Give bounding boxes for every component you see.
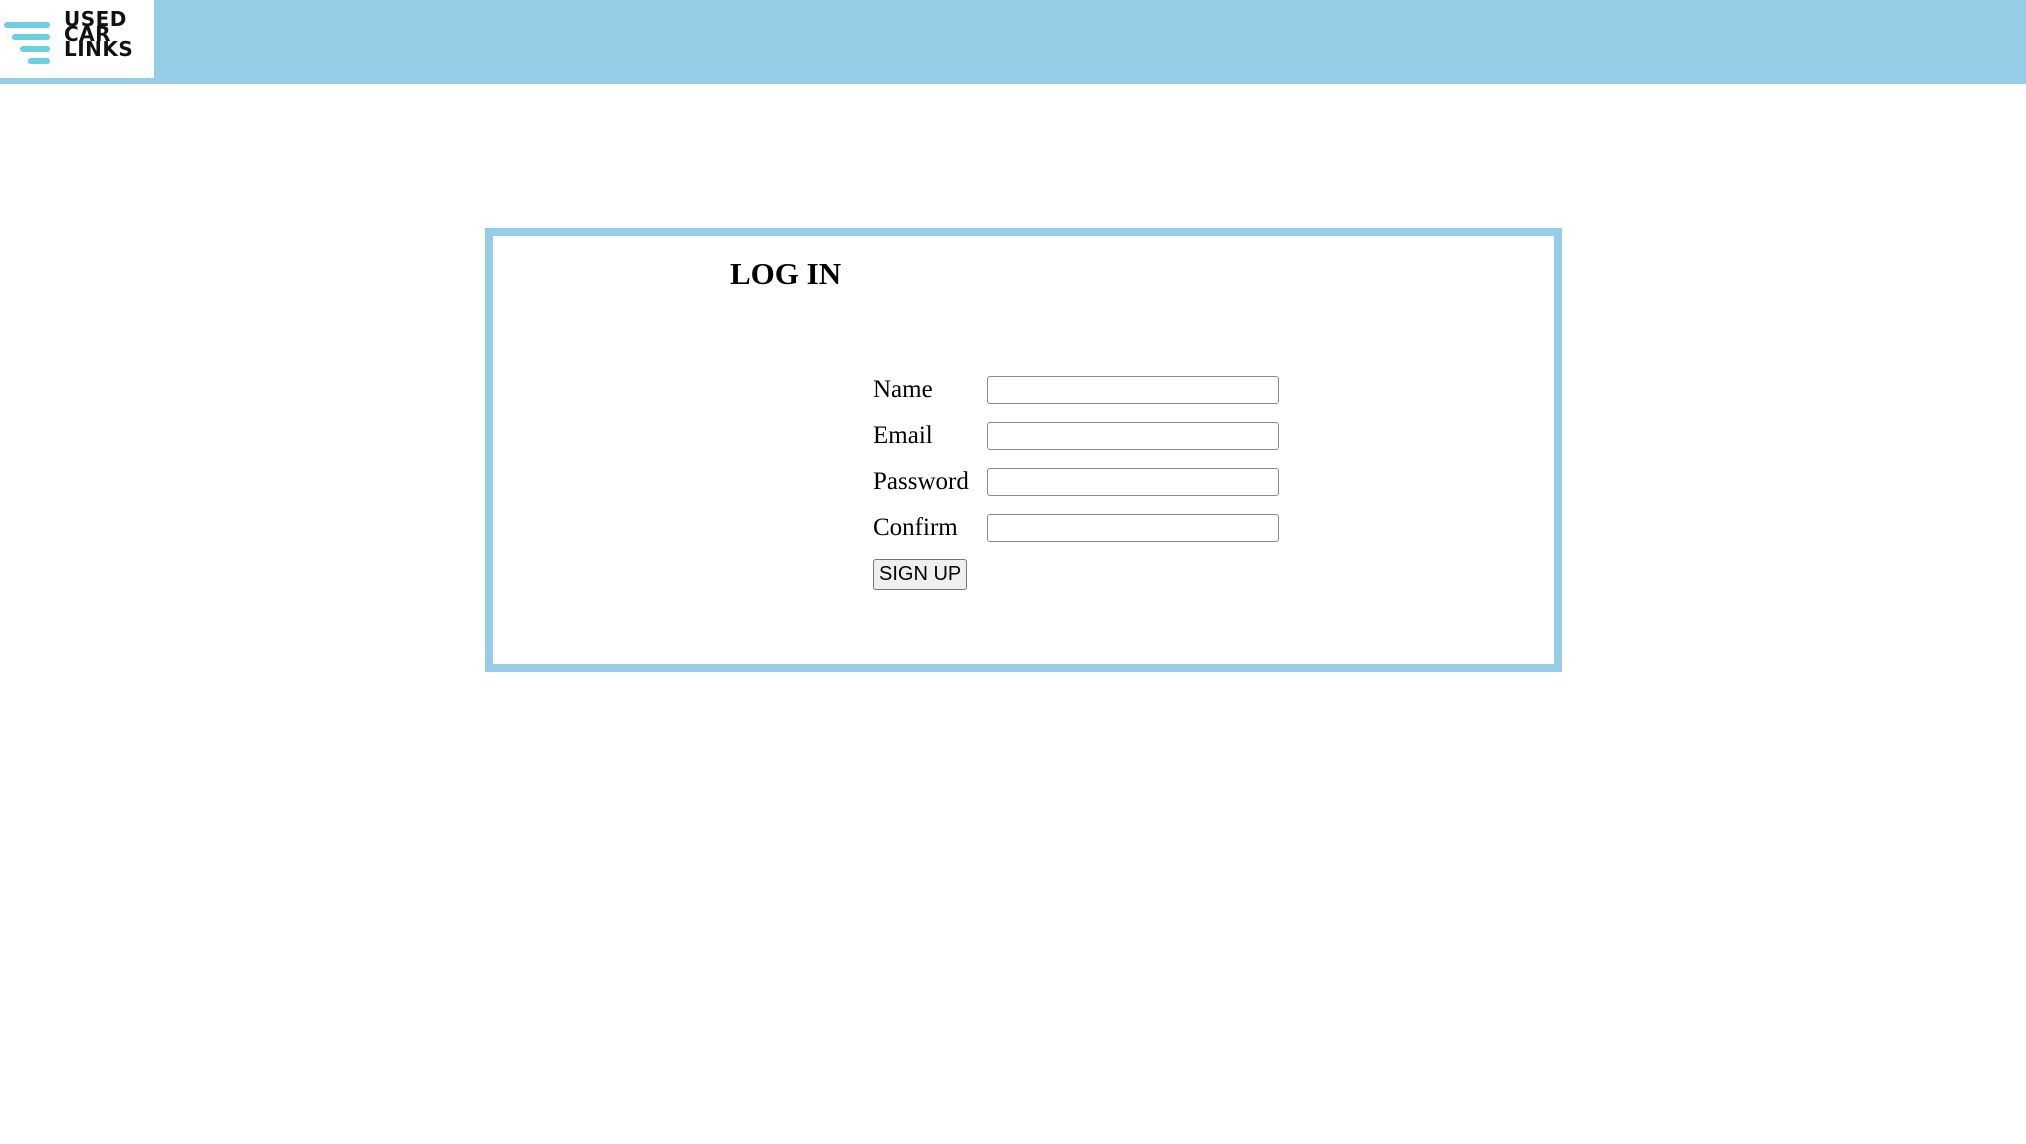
site-logo[interactable]: USED CAR LINKS (0, 0, 154, 78)
name-row: Name (873, 367, 1279, 413)
confirm-password-input[interactable] (987, 514, 1279, 542)
logo-line-links: LINKS (64, 37, 134, 61)
confirm-label: Confirm (873, 514, 958, 541)
sign-up-button[interactable]: SIGN UP (873, 558, 968, 590)
email-label: Email (873, 422, 933, 449)
password-row: Password (873, 459, 1279, 505)
password-input[interactable] (987, 468, 1279, 496)
stacked-bars-icon (4, 22, 50, 64)
submit-row: SIGN UP (873, 551, 1279, 597)
logo-wordmark: USED CAR LINKS (64, 9, 134, 61)
password-label: Password (873, 468, 969, 495)
name-input[interactable] (987, 376, 1279, 404)
email-row: Email (873, 413, 1279, 459)
panel-title: LOG IN (730, 256, 842, 291)
login-panel: LOG IN Name Email Password Confirm SIGN … (485, 228, 1562, 672)
email-input[interactable] (987, 422, 1279, 450)
name-label: Name (873, 376, 933, 403)
top-header-bar: USED CAR LINKS (0, 0, 2026, 84)
signup-form: Name Email Password Confirm SIGN UP (873, 367, 1279, 597)
confirm-row: Confirm (873, 505, 1279, 551)
